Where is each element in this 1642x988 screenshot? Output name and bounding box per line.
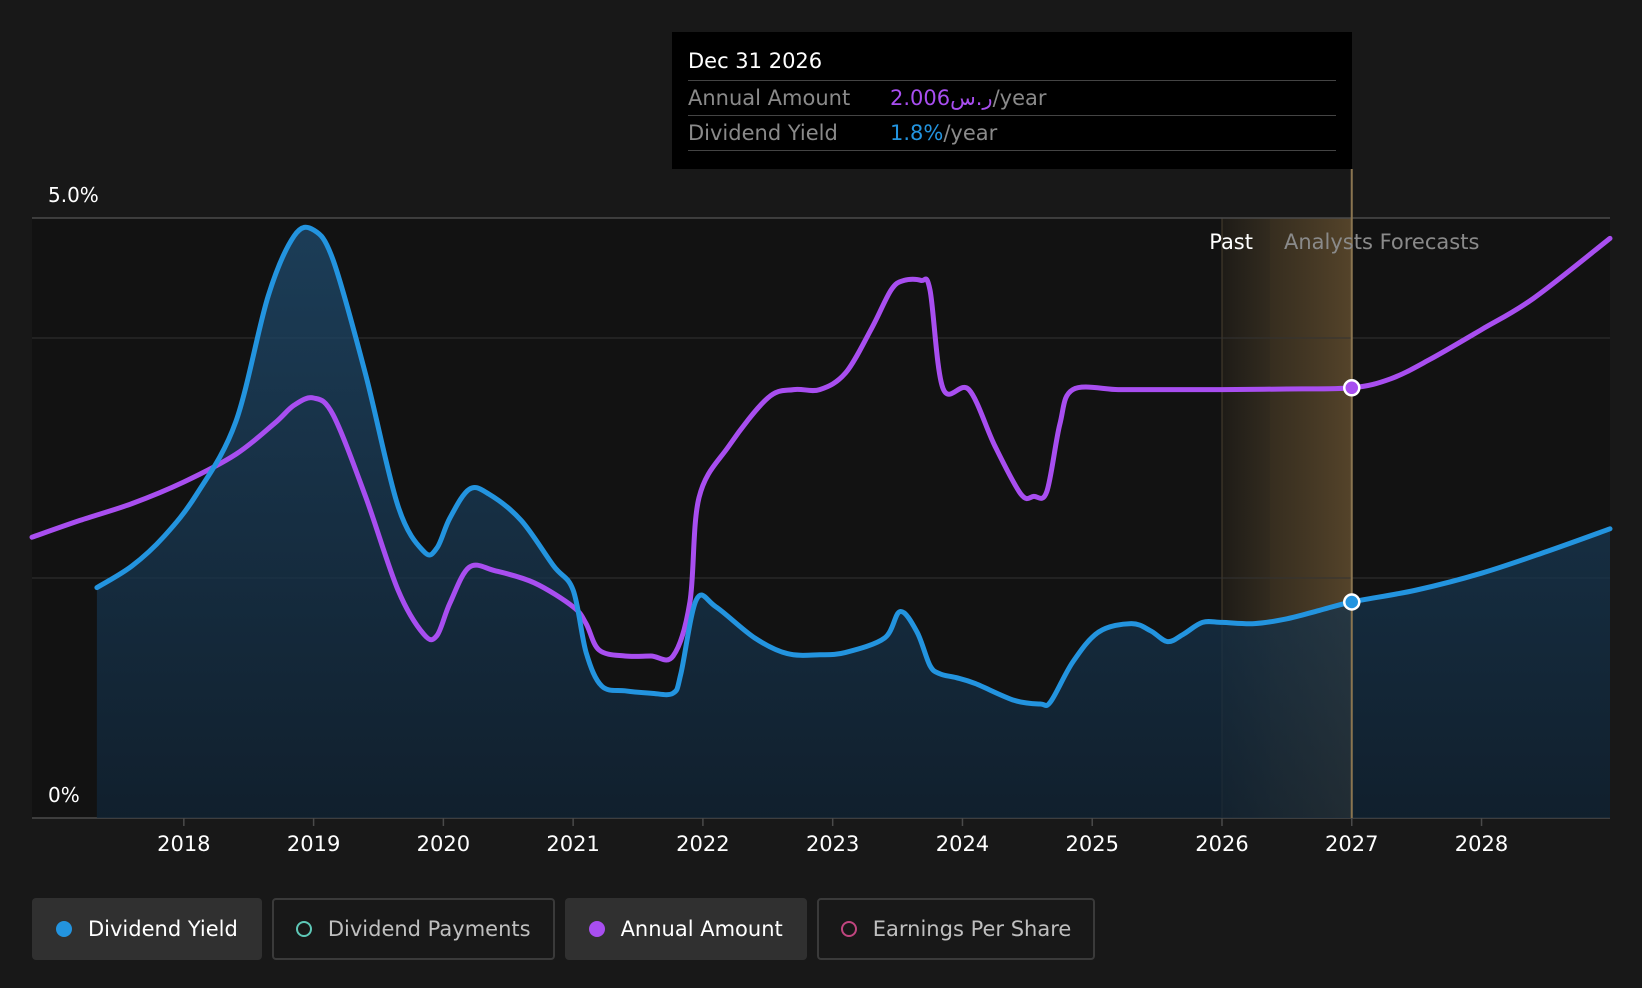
y-axis-bottom-label: 0% xyxy=(48,783,80,807)
dividend-yield-marker xyxy=(1343,593,1361,611)
x-tick-label: 2020 xyxy=(417,832,470,856)
x-tick-label: 2021 xyxy=(546,832,599,856)
forecast-region-label: Analysts Forecasts xyxy=(1284,230,1479,254)
x-tick-label: 2022 xyxy=(676,832,729,856)
dividend-yield-dot-icon xyxy=(56,921,72,937)
earnings-per-share-dot-icon xyxy=(840,921,857,937)
tooltip-yield-value: 1.8% xyxy=(890,121,944,145)
tooltip-annual-row: Annual Amount 2.006ر.س /year xyxy=(688,80,1336,115)
chart-legend: Dividend Yield Dividend Payments Annual … xyxy=(32,898,1105,960)
x-tick-label: 2028 xyxy=(1455,832,1508,856)
tooltip-yield-label: Dividend Yield xyxy=(688,121,838,145)
x-tick-label: 2025 xyxy=(1065,832,1118,856)
legend-label: Earnings Per Share xyxy=(872,917,1072,941)
hover-tooltip: Dec 31 2026 Annual Amount 2.006ر.س /year… xyxy=(672,32,1352,169)
legend-label: Dividend Payments xyxy=(327,917,531,941)
tooltip-annual-value: 2.006ر.س xyxy=(890,86,993,110)
x-tick-label: 2024 xyxy=(936,832,989,856)
x-tick-label: 2018 xyxy=(157,832,210,856)
tooltip-date: Dec 31 2026 xyxy=(688,49,823,73)
legend-label: Annual Amount xyxy=(620,917,783,941)
tooltip-yield-unit: /year xyxy=(943,121,998,145)
tooltip-annual-unit: /year xyxy=(992,86,1047,110)
legend-label: Dividend Yield xyxy=(88,917,238,941)
x-tick-label: 2019 xyxy=(287,832,340,856)
tooltip-annual-label: Annual Amount xyxy=(688,86,851,110)
legend-dividend-payments[interactable]: Dividend Payments xyxy=(271,898,555,960)
past-region-label: Past xyxy=(1209,230,1253,254)
legend-earnings-per-share[interactable]: Earnings Per Share xyxy=(816,898,1096,960)
x-tick-label: 2026 xyxy=(1195,832,1248,856)
annual-amount-dot-icon xyxy=(588,921,605,937)
legend-dividend-yield[interactable]: Dividend Yield xyxy=(32,898,262,960)
y-axis-top-label: 5.0% xyxy=(48,183,99,207)
x-tick-label: 2027 xyxy=(1325,832,1378,856)
dividend-payments-dot-icon xyxy=(295,921,312,937)
x-tick-label: 2023 xyxy=(806,832,859,856)
legend-annual-amount[interactable]: Annual Amount xyxy=(564,898,807,960)
tooltip-yield-row: Dividend Yield 1.8% /year xyxy=(688,115,1336,151)
annual-amount-marker xyxy=(1343,379,1361,397)
